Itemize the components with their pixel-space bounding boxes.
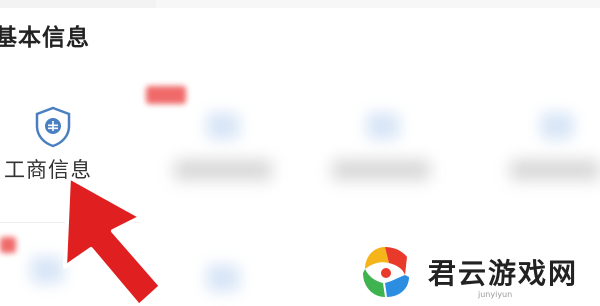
red-arrow-icon: [63, 175, 163, 306]
badge-tag: [0, 237, 16, 253]
app-icon: [540, 112, 574, 140]
top-strip: [0, 0, 600, 8]
section-title: 基本信息: [0, 25, 90, 51]
grid-item-label: [510, 160, 600, 180]
badge-tag: [146, 86, 186, 104]
shield-badge-icon: [35, 106, 71, 148]
app-icon: [206, 264, 240, 292]
watermark-subtext: junyiyun: [478, 290, 513, 299]
grid-item-label: [332, 160, 430, 180]
watermark-brand: 君云游戏网: [428, 257, 579, 290]
app-icon: [366, 112, 400, 140]
app-icon: [206, 112, 240, 140]
grid-item-label: [174, 160, 272, 180]
junyun-logo-icon: [363, 247, 409, 297]
